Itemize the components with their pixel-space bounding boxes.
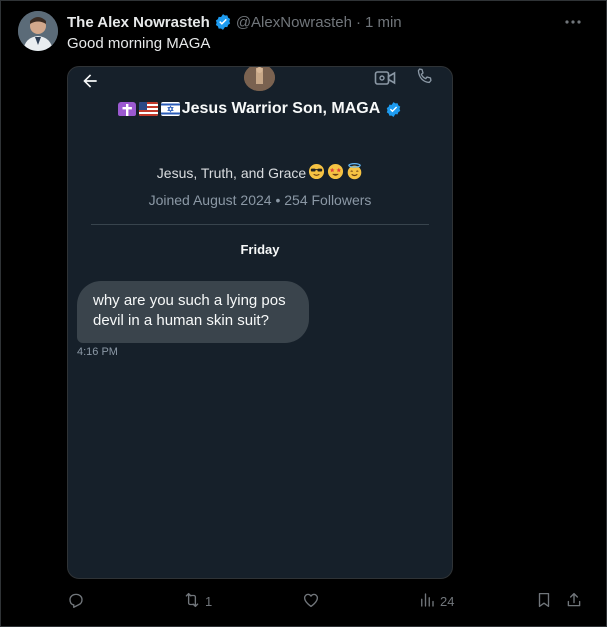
bookmark-icon bbox=[535, 591, 553, 612]
sunglasses-emoji-icon bbox=[308, 163, 325, 183]
author-handle[interactable]: @AlexNowrasteh bbox=[236, 14, 352, 31]
dm-contact-name-row: Jesus Warrior Son, MAGA bbox=[68, 98, 452, 120]
analytics-icon bbox=[418, 591, 436, 612]
views-count: 24 bbox=[440, 593, 455, 609]
bookmark-button[interactable] bbox=[535, 590, 553, 612]
tweet-header: The Alex Nowrasteh @AlexNowrasteh · 1 mi… bbox=[67, 12, 402, 32]
tweet-timestamp[interactable]: 1 min bbox=[365, 14, 402, 31]
reply-icon bbox=[67, 591, 85, 612]
israel-flag-icon bbox=[160, 102, 180, 116]
frame-border-left bbox=[0, 0, 1, 627]
dm-message-time: 4:16 PM bbox=[77, 346, 118, 358]
phone-icon bbox=[414, 67, 434, 87]
dm-contact-meta: Joined August 2024 • 254 Followers bbox=[148, 192, 372, 208]
back-arrow-icon bbox=[80, 71, 100, 91]
verified-badge-icon bbox=[214, 13, 232, 31]
like-button[interactable] bbox=[302, 590, 324, 612]
share-icon bbox=[565, 591, 583, 612]
cross-emoji-icon bbox=[117, 102, 136, 116]
dm-message-bubble: why are you such a lying pos devil in a … bbox=[77, 281, 309, 343]
share-button[interactable] bbox=[565, 590, 583, 612]
dm-divider bbox=[91, 224, 429, 225]
us-flag-icon bbox=[138, 102, 158, 116]
halo-emoji-icon bbox=[346, 163, 363, 183]
dm-screenshot-card[interactable]: Jesus Warrior Son, MAGA Jesus, Truth, an… bbox=[67, 66, 453, 579]
author-avatar[interactable] bbox=[18, 11, 58, 51]
more-options-icon[interactable] bbox=[563, 14, 583, 30]
retweet-button[interactable]: 1 bbox=[183, 590, 212, 612]
dm-bio-text: Jesus, Truth, and Grace bbox=[156, 165, 307, 181]
retweet-icon bbox=[183, 591, 201, 612]
video-icon bbox=[374, 69, 396, 87]
dm-day-label: Friday bbox=[240, 242, 280, 257]
reply-button[interactable] bbox=[67, 590, 89, 612]
retweet-count: 1 bbox=[205, 593, 213, 609]
separator-dot: · bbox=[355, 13, 361, 31]
heart-icon bbox=[302, 591, 320, 612]
starstruck-emoji-icon bbox=[327, 163, 344, 183]
tweet-text: Good morning MAGA bbox=[67, 35, 211, 52]
views-button[interactable]: 24 bbox=[418, 590, 454, 612]
dm-contact-bio: Jesus, Truth, and Grace bbox=[68, 163, 452, 183]
tweet-action-bar: 1 24 bbox=[62, 590, 587, 612]
dm-verified-badge-icon bbox=[385, 101, 402, 118]
frame-border-top bbox=[0, 0, 607, 1]
dm-contact-name: Jesus Warrior Son, MAGA bbox=[181, 100, 381, 117]
dm-contact-avatar bbox=[244, 67, 275, 91]
author-name[interactable]: The Alex Nowrasteh bbox=[67, 14, 210, 31]
